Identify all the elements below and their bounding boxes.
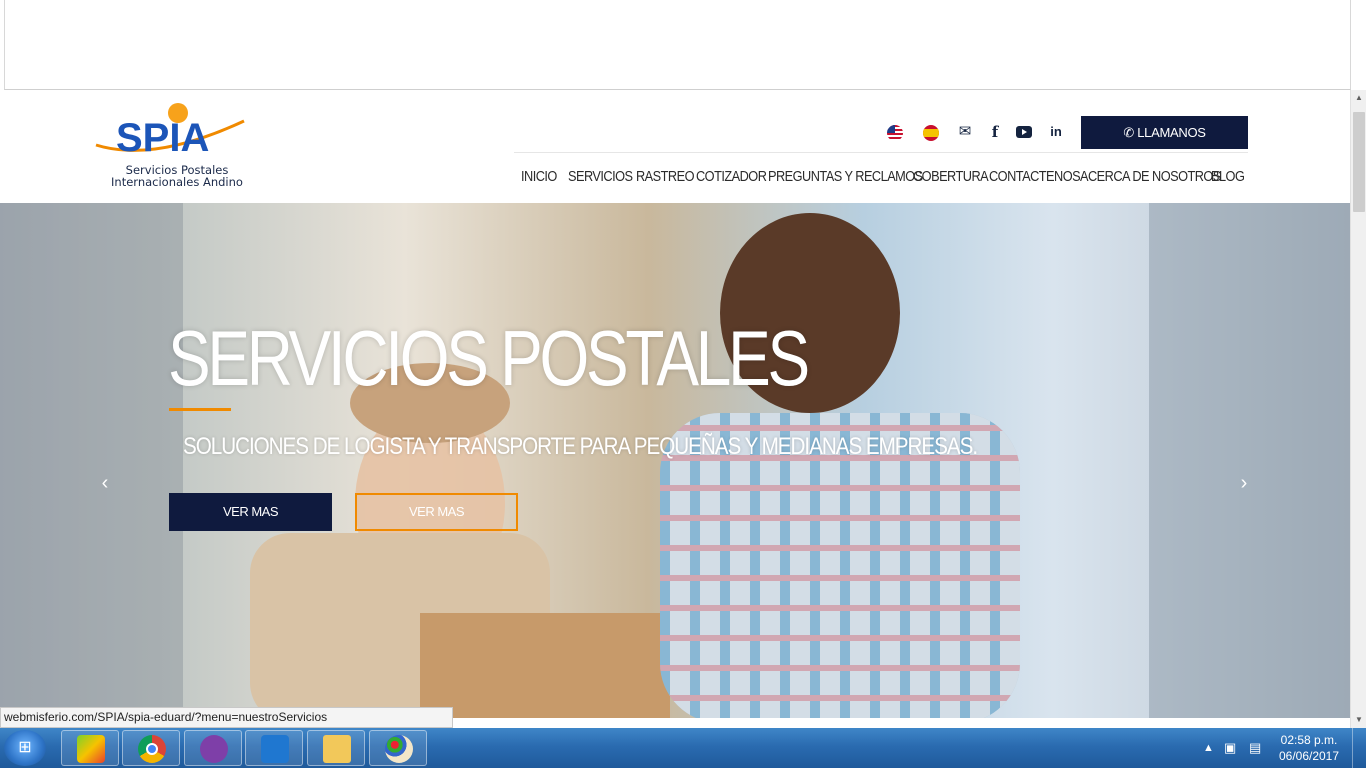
folder-icon — [323, 735, 351, 763]
call-button[interactable]: ✆ LLAMANOS — [1081, 116, 1248, 149]
clock-date: 06/06/2017 — [1278, 749, 1340, 763]
hero-title: SERVICIOS POSTALES — [168, 314, 810, 402]
system-clock[interactable]: 02:58 p.m. 06/06/2017 — [1272, 732, 1346, 764]
linkedin-icon[interactable]: in — [1047, 122, 1065, 142]
paint-task[interactable] — [369, 730, 427, 766]
nav-blog[interactable]: BLOG — [1211, 169, 1245, 185]
site-header: SPIA Servicios Postales Internacionales … — [0, 91, 1350, 203]
clock-time: 02:58 p.m. — [1280, 733, 1338, 747]
network-icon[interactable]: ▤ — [1249, 740, 1261, 756]
envelope-icon[interactable]: ✉ — [956, 122, 974, 142]
vscode-icon — [261, 735, 289, 763]
hero-slider: SERVICIOS POSTALES SOLUCIONES DE LOGISTA… — [0, 203, 1350, 718]
facebook-icon[interactable]: f — [986, 122, 1004, 142]
youtube-icon[interactable] — [1015, 122, 1033, 142]
slider-next-icon[interactable]: › — [1234, 471, 1254, 495]
ver-mas-outline-button[interactable]: VER MAS — [355, 493, 518, 531]
ver-mas-button[interactable]: VER MAS — [169, 493, 332, 531]
windows-taskbar: ⊞ ▲ ▣ ▤ 02:58 p.m. 06/06/2017 — [0, 728, 1366, 768]
nav-servicios[interactable]: SERVICIOS — [568, 169, 633, 185]
nav-preguntas[interactable]: PREGUNTAS Y RECLAMOS — [768, 169, 923, 185]
spia-logo-mark: SPIA — [95, 103, 245, 160]
action-center-icon[interactable]: ▣ — [1224, 740, 1236, 756]
nav-divider — [514, 152, 1248, 153]
nav-acerca[interactable]: ACERCA DE NOSOTROS — [1080, 169, 1221, 185]
spia-logo[interactable]: SPIA Servicios Postales Internacionales … — [94, 101, 254, 191]
nav-rastreo[interactable]: RASTREO — [636, 169, 695, 185]
logo-line2: Internacionales Andino — [111, 175, 243, 189]
paint-palette-icon — [385, 735, 413, 763]
logo-subtitle: Servicios Postales Internacionales Andin… — [102, 164, 252, 188]
slider-prev-icon[interactable]: ‹ — [95, 471, 115, 495]
cat-app-task[interactable] — [184, 730, 242, 766]
nav-inicio[interactable]: INICIO — [521, 169, 557, 185]
file-explorer-task[interactable] — [307, 730, 365, 766]
main-nav: INICIO SERVICIOS RASTREO COTIZADOR PREGU… — [514, 169, 1254, 189]
show-hidden-icons-icon[interactable]: ▲ — [1203, 742, 1214, 754]
hero-title-accent — [169, 408, 231, 411]
start-button[interactable]: ⊞ — [4, 730, 46, 766]
hero-subtitle: SOLUCIONES DE LOGISTA Y TRANSPORTE PARA … — [183, 433, 978, 460]
bluestacks-task[interactable] — [61, 730, 119, 766]
chrome-task[interactable] — [122, 730, 180, 766]
vertical-scrollbar[interactable]: ▲ ▼ — [1350, 90, 1366, 728]
vscode-task[interactable] — [245, 730, 303, 766]
flag-us-icon[interactable] — [887, 125, 903, 141]
scroll-up-icon[interactable]: ▲ — [1351, 90, 1366, 106]
flag-es-icon[interactable] — [923, 125, 939, 141]
bluestacks-icon — [77, 735, 105, 763]
windows-logo-icon: ⊞ — [18, 739, 32, 756]
cat-app-icon — [200, 735, 228, 763]
nav-cobertura[interactable]: COBERTURA — [913, 169, 989, 185]
scroll-down-icon[interactable]: ▼ — [1351, 712, 1366, 728]
logo-brand: SPIA — [116, 116, 209, 160]
chrome-icon — [138, 735, 166, 763]
scroll-thumb[interactable] — [1353, 112, 1365, 212]
nav-contactenos[interactable]: CONTACTENOS — [989, 169, 1081, 185]
nav-cotizador[interactable]: COTIZADOR — [696, 169, 767, 185]
browser-blank-area — [4, 0, 1351, 90]
status-bar-url: webmisferio.com/SPIA/spia-eduard/?menu=n… — [0, 707, 453, 728]
show-desktop-button[interactable] — [1352, 728, 1366, 768]
